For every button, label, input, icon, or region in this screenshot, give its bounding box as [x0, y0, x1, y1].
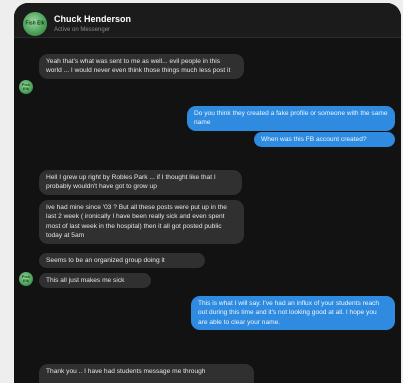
message-text: Hell I grew up right by Robles Park ... … — [46, 174, 216, 191]
outgoing-message[interactable]: When was this FB account created? — [254, 132, 395, 148]
message-text: Yeah that's what was sent to me as well.… — [46, 58, 231, 75]
incoming-message[interactable]: Seems to be an organized group doing it — [39, 253, 205, 269]
outgoing-message[interactable]: Do you think they created a fake profile… — [187, 106, 395, 131]
message-text: This is what I will say. I've had an inf… — [198, 300, 380, 326]
contact-avatar-small[interactable]: Fish Elk — [19, 80, 33, 94]
incoming-message[interactable]: Thank you .. I have had students message… — [39, 364, 254, 383]
incoming-message[interactable]: Hell I grew up right by Robles Park ... … — [39, 170, 242, 195]
outgoing-message[interactable]: This is what I will say. I've had an inf… — [191, 296, 395, 331]
avatar-logo-text: Fish Elk — [25, 20, 45, 27]
message-text: This all just makes me sick — [46, 277, 125, 284]
message-text: Do you think they created a fake profile… — [194, 110, 388, 127]
contact-name[interactable]: Chuck Henderson — [54, 14, 131, 24]
messenger-window: Fish Elk Chuck Henderson Active on Messe… — [14, 3, 401, 383]
contact-avatar-small[interactable]: Fish Elk — [19, 272, 33, 286]
contact-avatar[interactable]: Fish Elk — [23, 12, 47, 36]
avatar-logo-text: Fish Elk — [21, 82, 31, 91]
message-text: When was this FB account created? — [261, 136, 367, 143]
incoming-message[interactable]: Yeah that's what was sent to me as well.… — [39, 54, 244, 79]
conversation-header: Fish Elk Chuck Henderson Active on Messe… — [14, 3, 401, 38]
message-text: Seems to be an organized group doing it — [46, 257, 165, 264]
avatar-logo-text: Fish Elk — [21, 274, 31, 283]
message-text: Ive had mine since '03 ? But all these p… — [46, 204, 227, 240]
message-text: Thank you .. I have had students message… — [46, 368, 206, 375]
incoming-message[interactable]: Ive had mine since '03 ? But all these p… — [39, 200, 244, 244]
incoming-message[interactable]: This all just makes me sick — [39, 273, 151, 289]
contact-status: Active on Messenger — [54, 27, 111, 33]
